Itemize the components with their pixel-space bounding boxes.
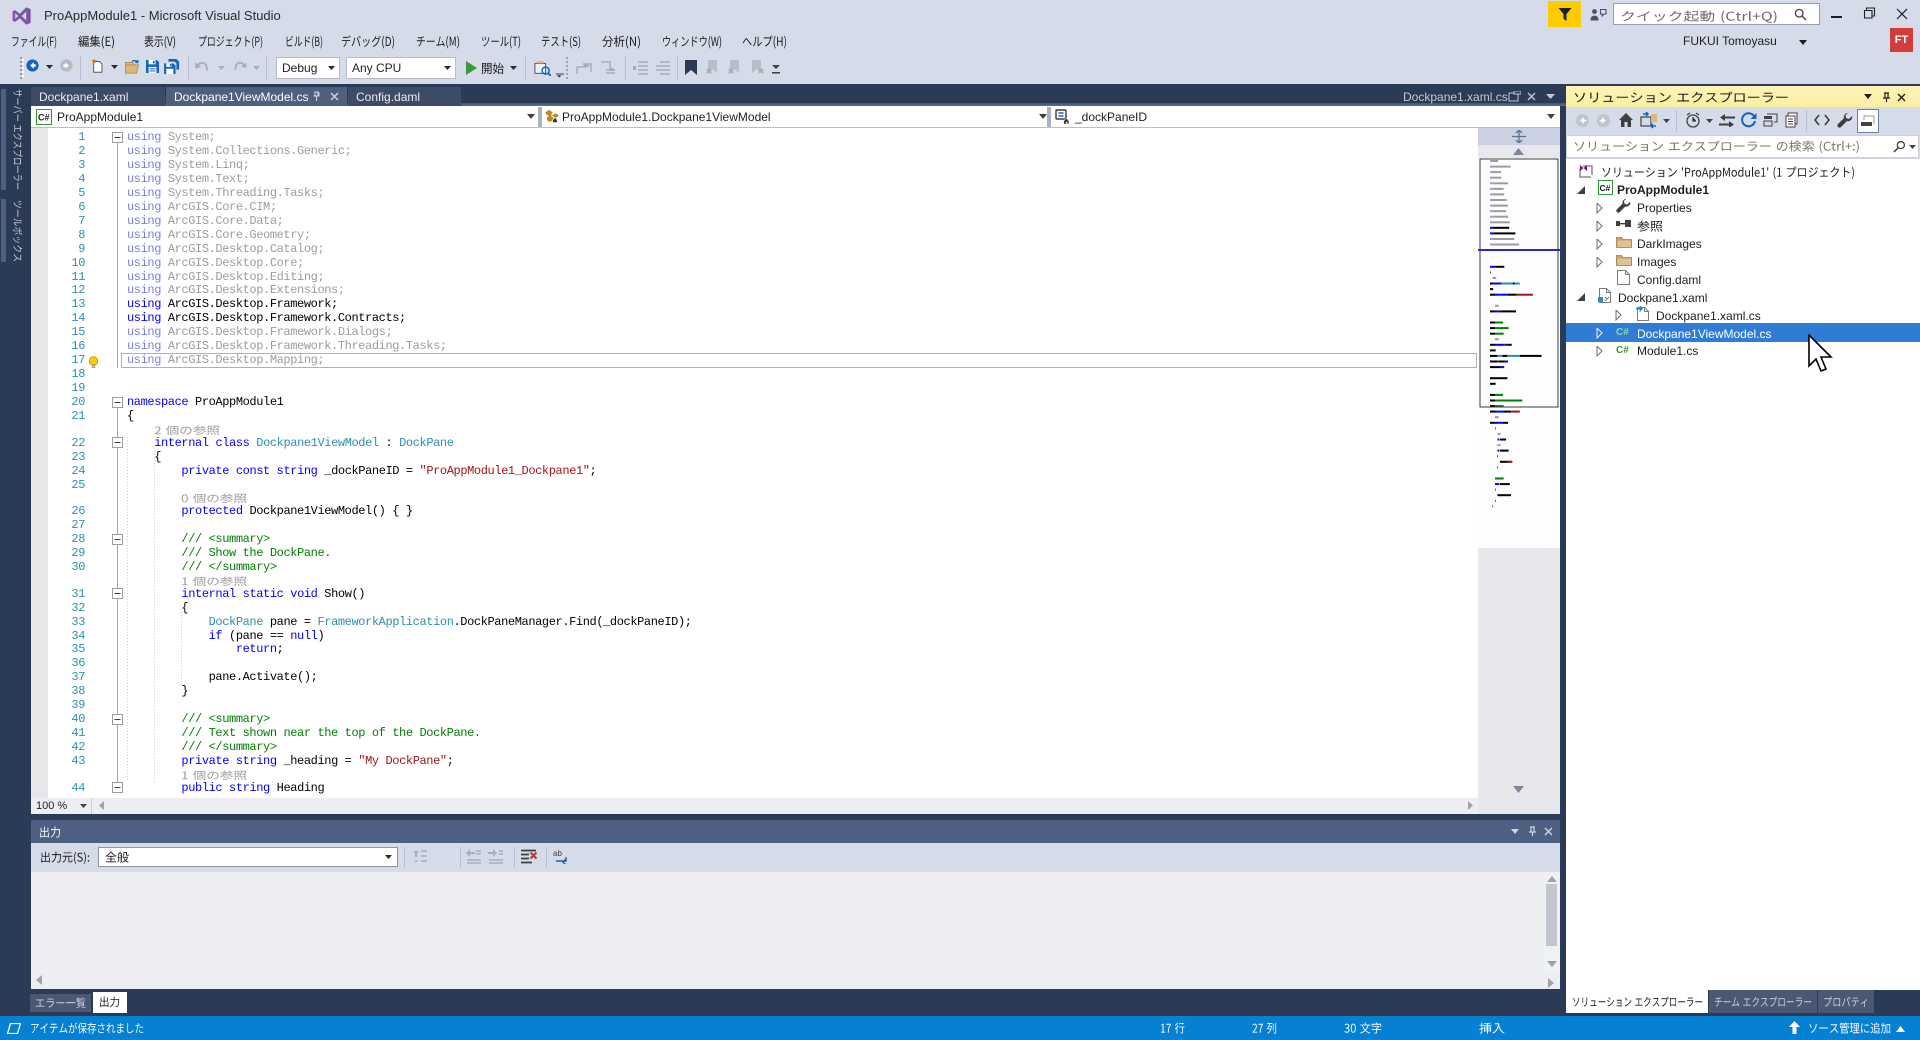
svg-text:ab: ab bbox=[553, 849, 562, 858]
svg-text:C#: C# bbox=[1616, 345, 1629, 356]
svg-text:C#: C# bbox=[38, 113, 50, 123]
svg-text:C#: C# bbox=[1616, 327, 1629, 338]
svg-text:C#: C# bbox=[1600, 183, 1611, 193]
